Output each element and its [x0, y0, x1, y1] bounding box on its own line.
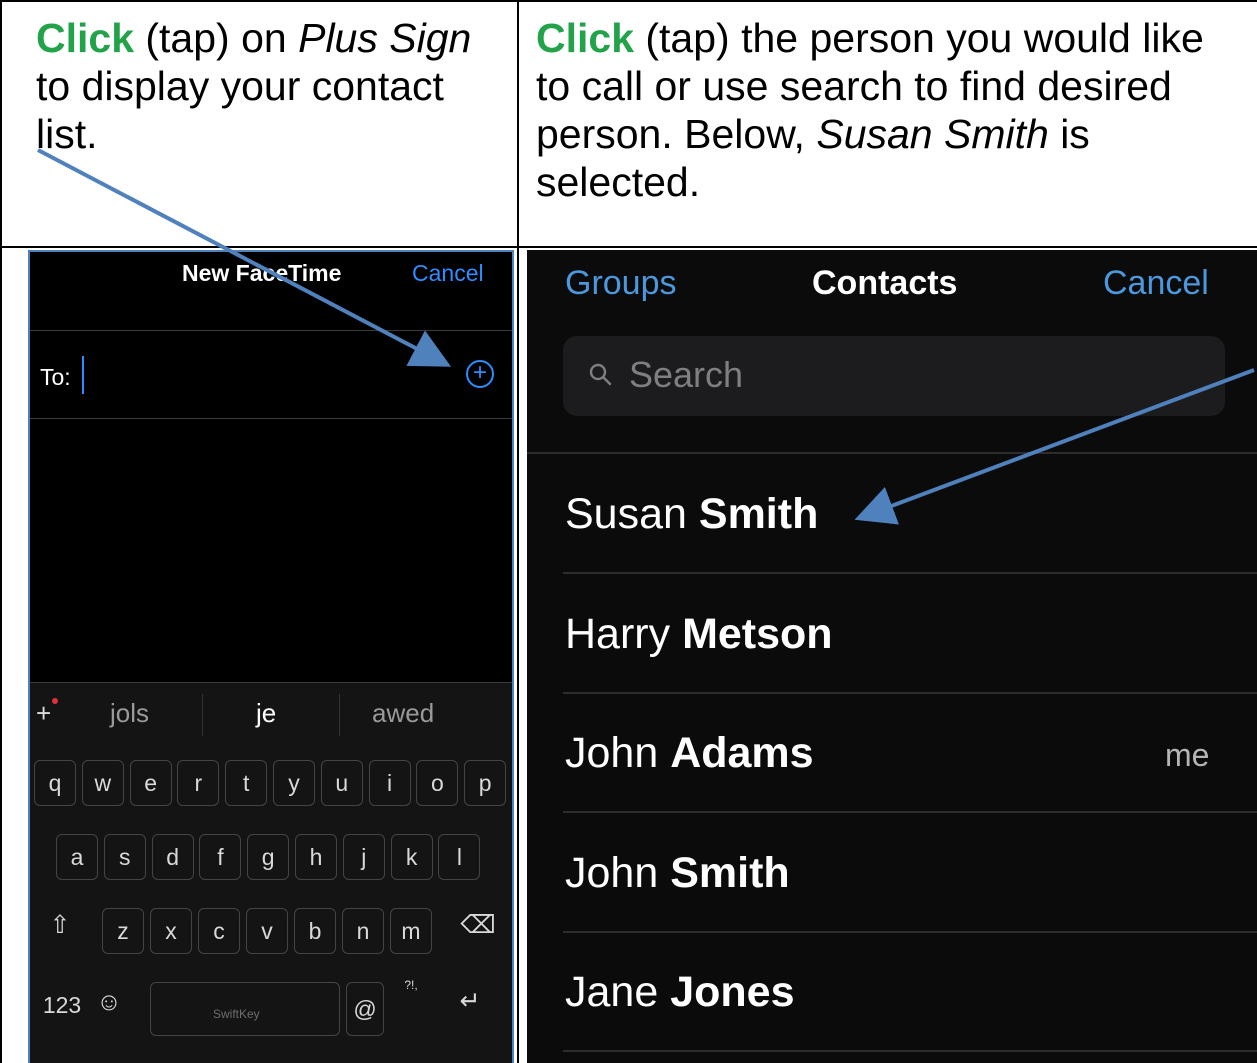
groups-button[interactable]: Groups [565, 264, 677, 303]
key[interactable]: d [151, 834, 194, 880]
contact-row[interactable]: John Smith [527, 813, 1257, 933]
contact-name: Susan Smith [565, 490, 818, 539]
key[interactable]: m [390, 908, 432, 954]
last-name: Jones [670, 968, 795, 1016]
cancel-button[interactable]: Cancel [412, 260, 484, 287]
table-divider-horizontal [0, 246, 1257, 248]
at-key[interactable]: @ [346, 982, 384, 1036]
contact-row[interactable]: Jane Jones [527, 932, 1257, 1052]
last-name: Smith [698, 490, 819, 538]
first-name: Susan [565, 490, 687, 538]
contact-row[interactable]: Susan Smith [527, 454, 1257, 574]
key[interactable]: x [150, 908, 192, 954]
last-name: Smith [670, 848, 790, 897]
first-name: Harry [565, 609, 671, 658]
contact-row[interactable]: Harry Metson [527, 574, 1257, 694]
numbers-key[interactable]: 123 [32, 992, 92, 1019]
backspace-icon[interactable]: ⌫ [456, 910, 500, 940]
last-name: Metson [682, 609, 833, 658]
divider [30, 418, 512, 419]
table-divider-vertical [517, 0, 519, 1063]
key[interactable]: p [464, 760, 507, 806]
selected-name-term: Susan Smith [816, 111, 1049, 157]
search-input[interactable]: Search [563, 336, 1225, 416]
shift-icon[interactable]: ⇧ [40, 910, 80, 940]
key[interactable]: h [295, 834, 337, 880]
key[interactable]: j [342, 834, 385, 880]
suggestion-item[interactable]: awed [372, 698, 434, 729]
contact-name: Jane Jones [565, 968, 794, 1017]
right-instruction: Click (tap) the person you would like to… [536, 15, 1204, 205]
key[interactable]: i [368, 760, 411, 806]
emoji-icon[interactable]: ☺ [94, 988, 124, 1017]
key[interactable]: a [56, 834, 98, 880]
me-tag: me [1165, 737, 1210, 773]
contact-name: John Adams [565, 729, 814, 778]
table-border-left [0, 0, 2, 1063]
key[interactable]: l [438, 834, 481, 880]
key[interactable]: w [81, 760, 124, 806]
left-instruction: Click (tap) on Plus Sign to display your… [36, 15, 472, 157]
key[interactable]: f [199, 834, 242, 880]
plus-sign-term: Plus Sign [298, 15, 472, 61]
text-caret[interactable] [82, 356, 84, 394]
divider [563, 1050, 1257, 1052]
key[interactable]: c [198, 908, 240, 954]
punctuation-key[interactable]: ?!, [394, 978, 428, 992]
suggestion-item[interactable]: je [256, 698, 276, 729]
contact-name: Harry Metson [565, 610, 833, 659]
notification-dot [52, 698, 58, 704]
contact-name: John Smith [565, 849, 790, 898]
key[interactable]: t [225, 760, 268, 806]
keyboard: + jols je awed qwertyuiop asdfghjkl zxcvbn… [30, 682, 512, 1063]
suggestion-bar: + jols je awed [30, 682, 512, 747]
screen-title: Contacts [812, 264, 958, 302]
swiftkey-logo: SwiftKey [213, 1007, 260, 1021]
key[interactable]: b [294, 908, 336, 954]
screen-title: New FaceTime [182, 260, 342, 286]
to-label: To: [40, 364, 71, 390]
key[interactable]: g [247, 834, 290, 880]
key[interactable]: s [103, 834, 146, 880]
last-name: Adams [670, 729, 814, 777]
click-word: Click [536, 15, 634, 61]
click-word: Click [36, 15, 134, 61]
key[interactable]: q [34, 760, 76, 806]
return-icon[interactable]: ↵ [450, 986, 490, 1016]
search-icon [589, 363, 612, 386]
search-placeholder: Search [629, 354, 744, 395]
key[interactable]: o [416, 760, 459, 806]
cancel-button[interactable]: Cancel [1103, 264, 1209, 303]
table-border-top [0, 0, 1257, 2]
contact-row[interactable]: John Adams me [527, 693, 1257, 813]
first-name: John [565, 729, 659, 777]
first-name: John [565, 848, 659, 897]
suggestion-item[interactable]: jols [110, 698, 149, 729]
contacts-screen: Groups Contacts Cancel Search Susan Smit… [527, 250, 1257, 1063]
key[interactable]: y [273, 760, 315, 806]
plus-circle-icon[interactable]: + [466, 360, 494, 388]
key[interactable]: e [129, 760, 172, 806]
key[interactable]: z [102, 908, 144, 954]
new-facetime-screen: New FaceTime Cancel To: + + jols je awed… [28, 250, 514, 1063]
divider [30, 330, 512, 331]
key[interactable]: n [342, 908, 384, 954]
key[interactable]: v [246, 908, 288, 954]
space-bar[interactable]: SwiftKey [150, 982, 340, 1036]
key[interactable]: r [177, 760, 220, 806]
key[interactable]: u [320, 760, 363, 806]
toolbar-plus-icon[interactable]: + [36, 698, 51, 729]
key[interactable]: k [390, 834, 433, 880]
separator [202, 694, 203, 736]
first-name: Jane [565, 968, 659, 1016]
separator [339, 694, 340, 736]
